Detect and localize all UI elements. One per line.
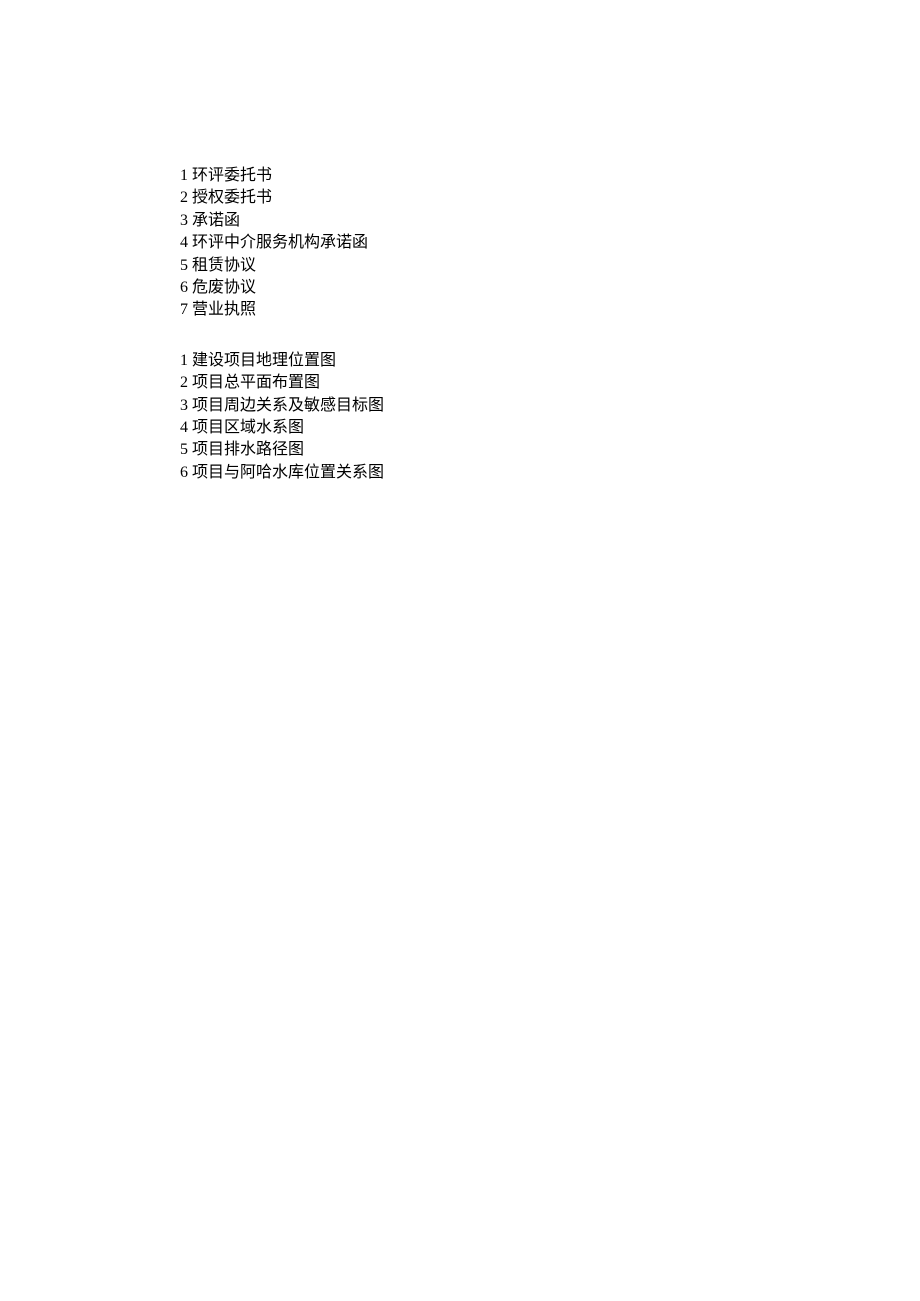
item-number: 6 bbox=[180, 277, 188, 299]
list-item: 4 项目区域水系图 bbox=[180, 417, 920, 439]
list-item: 2 授权委托书 bbox=[180, 187, 920, 209]
item-label: 项目与阿哈水库位置关系图 bbox=[192, 462, 384, 484]
list-item: 1 环评委托书 bbox=[180, 165, 920, 187]
item-number: 5 bbox=[180, 255, 188, 277]
item-number: 2 bbox=[180, 187, 188, 209]
item-label: 营业执照 bbox=[192, 299, 256, 321]
item-number: 1 bbox=[180, 350, 188, 372]
list-item: 2 项目总平面布置图 bbox=[180, 372, 920, 394]
item-number: 1 bbox=[180, 165, 188, 187]
list-item: 4 环评中介服务机构承诺函 bbox=[180, 232, 920, 254]
item-number: 3 bbox=[180, 210, 188, 232]
list-item: 6 危废协议 bbox=[180, 277, 920, 299]
list-item: 5 租赁协议 bbox=[180, 255, 920, 277]
item-label: 租赁协议 bbox=[192, 255, 256, 277]
list-item: 7 营业执照 bbox=[180, 299, 920, 321]
list-item: 3 项目周边关系及敏感目标图 bbox=[180, 395, 920, 417]
list-item: 1 建设项目地理位置图 bbox=[180, 350, 920, 372]
item-label: 项目区域水系图 bbox=[192, 417, 304, 439]
item-label: 环评中介服务机构承诺函 bbox=[192, 232, 368, 254]
item-number: 3 bbox=[180, 395, 188, 417]
item-number: 4 bbox=[180, 417, 188, 439]
item-label: 环评委托书 bbox=[192, 165, 272, 187]
item-number: 4 bbox=[180, 232, 188, 254]
item-label: 危废协议 bbox=[192, 277, 256, 299]
item-label: 授权委托书 bbox=[192, 187, 272, 209]
item-label: 项目总平面布置图 bbox=[192, 372, 320, 394]
list-item: 6 项目与阿哈水库位置关系图 bbox=[180, 462, 920, 484]
item-label: 建设项目地理位置图 bbox=[192, 350, 336, 372]
document-page: 1 环评委托书 2 授权委托书 3 承诺函 4 环评中介服务机构承诺函 5 租赁… bbox=[0, 0, 920, 484]
attachment-list-2: 1 建设项目地理位置图 2 项目总平面布置图 3 项目周边关系及敏感目标图 4 … bbox=[180, 350, 920, 484]
list-item: 5 项目排水路径图 bbox=[180, 439, 920, 461]
item-label: 承诺函 bbox=[192, 210, 240, 232]
list-item: 3 承诺函 bbox=[180, 210, 920, 232]
item-number: 7 bbox=[180, 299, 188, 321]
item-number: 6 bbox=[180, 462, 188, 484]
item-label: 项目排水路径图 bbox=[192, 439, 304, 461]
item-number: 5 bbox=[180, 439, 188, 461]
item-number: 2 bbox=[180, 372, 188, 394]
item-label: 项目周边关系及敏感目标图 bbox=[192, 395, 384, 417]
attachment-list-1: 1 环评委托书 2 授权委托书 3 承诺函 4 环评中介服务机构承诺函 5 租赁… bbox=[180, 165, 920, 322]
